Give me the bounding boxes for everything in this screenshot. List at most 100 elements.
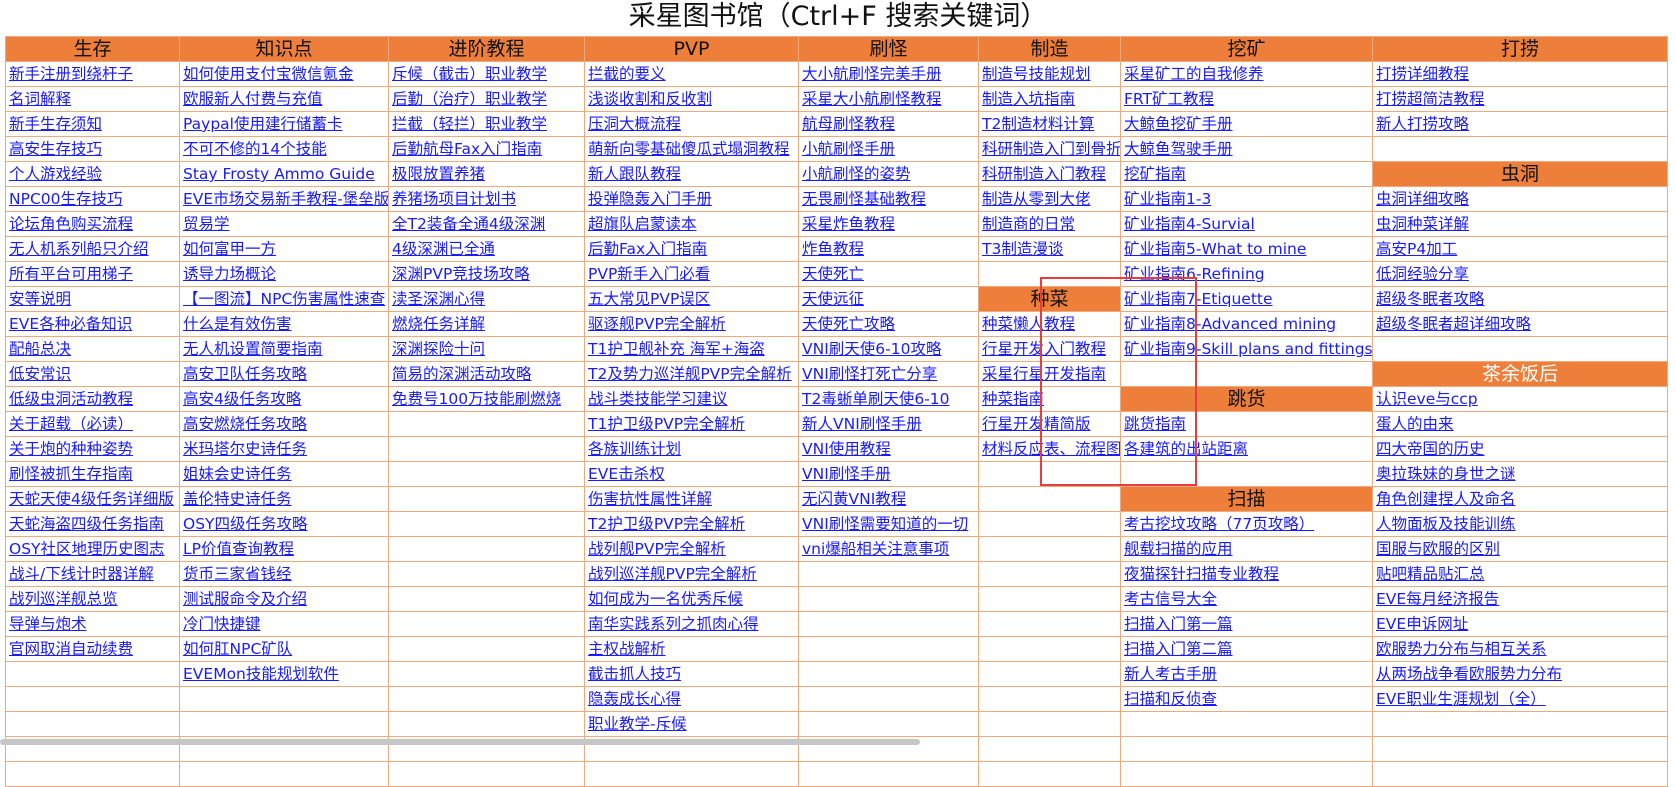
guide-link[interactable]: 天蛇天使4级任务详细版 [9, 490, 174, 508]
guide-link[interactable]: 主权战解析 [588, 640, 666, 658]
guide-link[interactable]: 什么是有效伤害 [183, 315, 292, 333]
guide-link[interactable]: EVE市场交易新手教程-堡垒版 [183, 190, 388, 208]
guide-link[interactable]: 天使死亡 [802, 265, 864, 283]
guide-link[interactable]: 贴吧精品贴汇总 [1376, 565, 1485, 583]
guide-link[interactable]: 舰载扫描的应用 [1124, 540, 1233, 558]
guide-link[interactable]: 矿业指南7-Etiquette [1124, 290, 1273, 308]
guide-link[interactable]: 高安生存技巧 [9, 140, 102, 158]
guide-link[interactable]: VNI刷怪需要知道的一切 [802, 515, 968, 533]
guide-link[interactable]: OSY四级任务攻略 [183, 515, 308, 533]
guide-link[interactable]: 五大常见PVP误区 [588, 290, 710, 308]
guide-link[interactable]: 投弹隐轰入门手册 [588, 190, 712, 208]
guide-link[interactable]: 挖矿指南 [1124, 165, 1186, 183]
guide-link[interactable]: 斥候（截击）职业教学 [392, 65, 547, 83]
guide-link[interactable]: 从两场战争看欧服势力分布 [1376, 665, 1562, 683]
guide-link[interactable]: FRT矿工教程 [1124, 90, 1214, 108]
guide-link[interactable]: 配船总决 [9, 340, 71, 358]
guide-link[interactable]: 高安卫队任务攻略 [183, 365, 307, 383]
guide-link[interactable]: 材料反应表、流程图 [982, 440, 1120, 458]
guide-link[interactable]: 拦截的要义 [588, 65, 666, 83]
guide-link[interactable]: 所有平台可用梯子 [9, 265, 133, 283]
guide-link[interactable]: 如何富甲一方 [183, 240, 276, 258]
guide-link[interactable]: T2及势力巡洋舰PVP完全解析 [588, 365, 792, 383]
guide-link[interactable]: VNI使用教程 [802, 440, 891, 458]
guide-link[interactable]: 超级冬眠者攻略 [1376, 290, 1485, 308]
guide-link[interactable]: 天使死亡攻略 [802, 315, 895, 333]
guide-link[interactable]: 战列巡洋舰总览 [9, 590, 118, 608]
guide-link[interactable]: 大鲸鱼驾驶手册 [1124, 140, 1233, 158]
guide-link[interactable]: 天蛇海盗四级任务指南 [9, 515, 164, 533]
guide-link[interactable]: 虫洞详细攻略 [1376, 190, 1469, 208]
guide-link[interactable]: 萌新向零基础傻瓜式塌洞教程 [588, 140, 790, 158]
guide-link[interactable]: 安等说明 [9, 290, 71, 308]
guide-link[interactable]: 新手生存须知 [9, 115, 102, 133]
guide-link[interactable]: 打捞详细教程 [1376, 65, 1469, 83]
guide-link[interactable]: 后勤航母Fax入门指南 [392, 140, 542, 158]
guide-link[interactable]: 战列巡洋舰PVP完全解析 [588, 565, 757, 583]
guide-link[interactable]: 各族训练计划 [588, 440, 681, 458]
guide-link[interactable]: 货币三家省钱经 [183, 565, 292, 583]
guide-link[interactable]: 新人跟队教程 [588, 165, 681, 183]
guide-link[interactable]: LP价值查询教程 [183, 540, 294, 558]
guide-link[interactable]: 如何使用支付宝微信氪金 [183, 65, 354, 83]
guide-link[interactable]: Paypal使用建行储蓄卡 [183, 115, 342, 133]
guide-link[interactable]: 米玛塔尔史诗任务 [183, 440, 307, 458]
guide-link[interactable]: 欧服势力分布与相互关系 [1376, 640, 1547, 658]
guide-link[interactable]: 跳货指南 [1124, 415, 1186, 433]
guide-link[interactable]: 行星开发入门教程 [982, 340, 1106, 358]
guide-link[interactable]: 浅谈收割和反收割 [588, 90, 712, 108]
guide-link[interactable]: VNI刷怪手册 [802, 465, 891, 483]
guide-link[interactable]: 蛋人的由来 [1376, 415, 1454, 433]
guide-link[interactable]: 无人机系列船只介绍 [9, 240, 149, 258]
guide-link[interactable]: 关于炮的种种姿势 [9, 440, 133, 458]
guide-link[interactable]: 高安4级任务攻略 [183, 390, 301, 408]
guide-link[interactable]: 低洞经验分享 [1376, 265, 1469, 283]
horizontal-scrollbar[interactable] [0, 739, 920, 745]
guide-link[interactable]: T1护卫舰补充 海军+海盗 [588, 340, 765, 358]
guide-link[interactable]: NPC00生存技巧 [9, 190, 123, 208]
guide-link[interactable]: 燃烧任务详解 [392, 315, 485, 333]
guide-link[interactable]: 矿业指南6-Refining [1124, 265, 1265, 283]
guide-link[interactable]: 新手注册到绕杆子 [9, 65, 133, 83]
guide-link[interactable]: 小航刷怪的姿势 [802, 165, 911, 183]
guide-link[interactable]: 矿业指南5-What to mine [1124, 240, 1306, 258]
guide-link[interactable]: 制造入坑指南 [982, 90, 1075, 108]
guide-link[interactable]: 养猪场项目计划书 [392, 190, 516, 208]
guide-link[interactable]: Stay Frosty Ammo Guide [183, 165, 375, 183]
guide-link[interactable]: 隐轰成长心得 [588, 690, 681, 708]
guide-link[interactable]: 矿业指南1-3 [1124, 190, 1211, 208]
guide-link[interactable]: 新人打捞攻略 [1376, 115, 1469, 133]
guide-link[interactable]: 大小航刷怪完美手册 [802, 65, 942, 83]
guide-link[interactable]: 低安常识 [9, 365, 71, 383]
guide-link[interactable]: 南华实践系列之抓肉心得 [588, 615, 759, 633]
guide-link[interactable]: 关于超载（必读） [9, 415, 133, 433]
guide-link[interactable]: 个人游戏经验 [9, 165, 102, 183]
guide-link[interactable]: T2护卫级PVP完全解析 [588, 515, 745, 533]
guide-link[interactable]: 科研制造入门教程 [982, 165, 1106, 183]
guide-link[interactable]: 驱逐舰PVP完全解析 [588, 315, 726, 333]
guide-link[interactable]: 种菜指南 [982, 390, 1044, 408]
guide-link[interactable]: 高安燃烧任务攻略 [183, 415, 307, 433]
guide-link[interactable]: 国服与欧服的区别 [1376, 540, 1500, 558]
guide-link[interactable]: 全T2装备全通4级深渊 [392, 215, 545, 233]
guide-link[interactable]: 无人机设置简要指南 [183, 340, 323, 358]
guide-link[interactable]: 超旗队启蒙读本 [588, 215, 697, 233]
guide-link[interactable]: 深渊探险十问 [392, 340, 485, 358]
guide-link[interactable]: 无闪黄VNI教程 [802, 490, 906, 508]
guide-link[interactable]: 名词解释 [9, 90, 71, 108]
guide-link[interactable]: 高安P4加工 [1376, 240, 1457, 258]
guide-link[interactable]: 伤害抗性属性详解 [588, 490, 712, 508]
guide-link[interactable]: 四大帝国的历史 [1376, 440, 1485, 458]
guide-link[interactable]: 压洞大概流程 [588, 115, 681, 133]
guide-link[interactable]: VNI刷天使6-10攻略 [802, 340, 941, 358]
guide-link[interactable]: vni爆船相关注意事项 [802, 540, 949, 558]
guide-link[interactable]: 极限放置养猪 [392, 165, 485, 183]
guide-link[interactable]: 人物面板及技能训练 [1376, 515, 1516, 533]
guide-link[interactable]: 炸鱼教程 [802, 240, 864, 258]
guide-link[interactable]: 扫描和反侦查 [1124, 690, 1217, 708]
guide-link[interactable]: 渎圣深渊心得 [392, 290, 485, 308]
guide-link[interactable]: 无畏刷怪基础教程 [802, 190, 926, 208]
guide-link[interactable]: EVE职业生涯规划（全） [1376, 690, 1546, 708]
guide-link[interactable]: EVE每月经济报告 [1376, 590, 1499, 608]
guide-link[interactable]: EVE击杀权 [588, 465, 665, 483]
